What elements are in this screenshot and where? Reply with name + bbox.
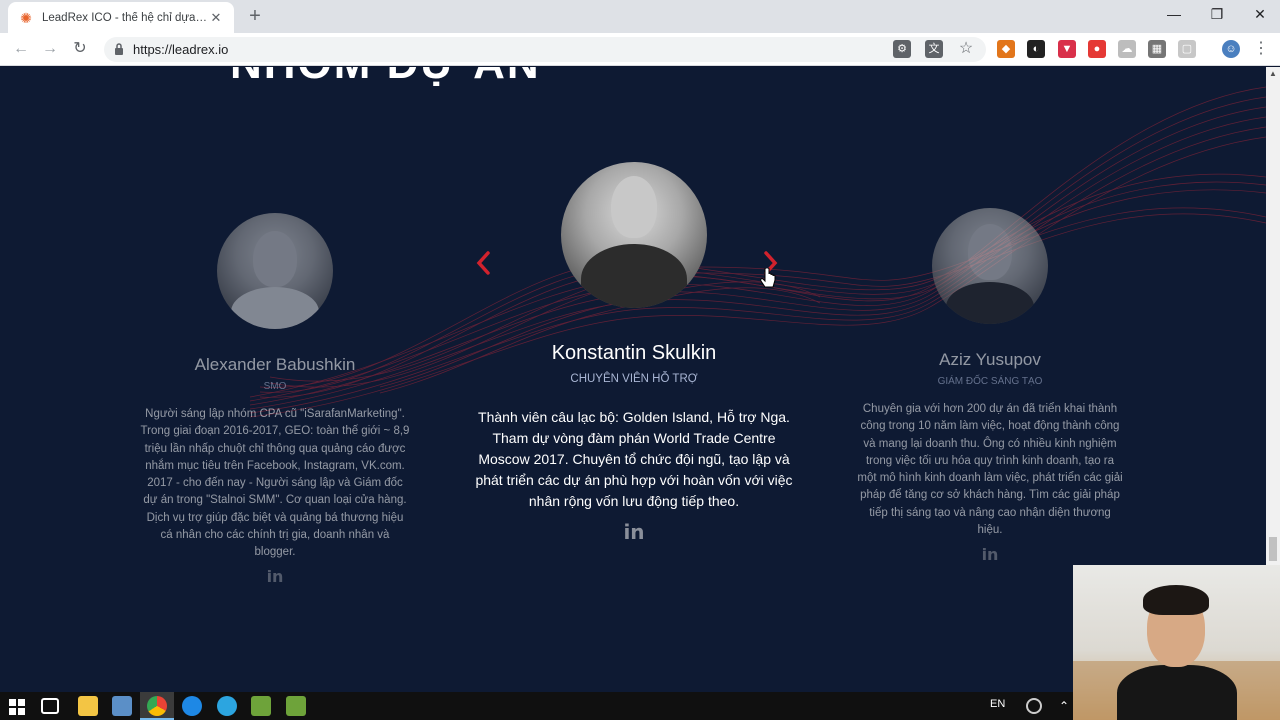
- member-photo: [932, 208, 1048, 324]
- member-bio: Người sáng lập nhóm CPA cũ "iSarafanMark…: [140, 408, 410, 558]
- puzzle-extension-icon[interactable]: ▢: [1178, 40, 1196, 58]
- pocket-extension-icon[interactable]: ▼: [1058, 40, 1076, 58]
- file-explorer-icon[interactable]: [78, 696, 98, 716]
- browser-tab[interactable]: ✺ LeadRex ICO - thế hệ chỉ dựa trên... ✕: [8, 2, 234, 33]
- leadrex-favicon-icon: ✺: [20, 9, 32, 26]
- translate-icon[interactable]: ⚙: [893, 40, 911, 58]
- webcam-overlay: [1073, 565, 1280, 720]
- member-photo: [217, 213, 333, 329]
- carousel-prev-arrow-icon[interactable]: [474, 250, 494, 276]
- url-text: https://leadrex.io: [133, 42, 229, 57]
- menu-kebab-icon[interactable]: ⋮: [1252, 40, 1270, 58]
- member-role: GIÁM ĐỐC SÁNG TẠO: [937, 376, 1043, 387]
- member-role: SMO: [263, 381, 287, 392]
- address-bar[interactable]: https://leadrex.io: [104, 37, 986, 62]
- excel-like-icon[interactable]: [251, 696, 271, 716]
- task-view-icon[interactable]: [41, 698, 59, 714]
- forward-button[interactable]: →: [38, 38, 62, 60]
- team-member-card: Aziz Yusupov GIÁM ĐỐC SÁNG TẠO Chuyên gi…: [856, 208, 1124, 564]
- minimize-button[interactable]: —: [1152, 0, 1196, 29]
- browser-toolbar: ← → ↻ https://leadrex.io ⚙ 文 ☆ ◆ ◐ ▼ ● ☁…: [0, 33, 1280, 66]
- browser-titlebar: ✺ LeadRex ICO - thế hệ chỉ dựa trên... ✕…: [0, 0, 1280, 33]
- edge-icon[interactable]: [182, 696, 202, 716]
- telegram-icon[interactable]: [217, 696, 237, 716]
- sync-extension-icon[interactable]: ◐: [1027, 40, 1045, 58]
- back-button[interactable]: ←: [9, 38, 33, 60]
- bookmark-star-icon[interactable]: ☆: [957, 40, 975, 58]
- member-name: Aziz Yusupov: [939, 350, 1041, 369]
- member-bio: Chuyên gia với hơn 200 dự án đã triển kh…: [857, 403, 1123, 536]
- app-icon[interactable]: [112, 696, 132, 716]
- people-icon[interactable]: [1026, 698, 1042, 714]
- profile-avatar[interactable]: ☺: [1222, 40, 1240, 58]
- member-name: Konstantin Skulkin: [551, 342, 717, 364]
- team-member-card: Alexander Babushkin SMO Người sáng lập n…: [140, 213, 410, 586]
- metamask-extension-icon[interactable]: ◆: [997, 40, 1015, 58]
- windows-start-icon[interactable]: [9, 699, 25, 715]
- lock-icon: [115, 43, 123, 55]
- linkedin-icon[interactable]: in: [856, 545, 1124, 564]
- tab-title: LeadRex ICO - thế hệ chỉ dựa trên...: [42, 11, 208, 24]
- chrome-icon[interactable]: [147, 696, 167, 716]
- scroll-thumb[interactable]: [1269, 537, 1277, 561]
- member-photo: [561, 162, 707, 308]
- excel-like-icon-2[interactable]: [286, 696, 306, 716]
- reload-button[interactable]: ↻: [68, 38, 92, 60]
- cloud-extension-icon[interactable]: ☁: [1118, 40, 1136, 58]
- chevron-up-icon[interactable]: ⌃: [1054, 696, 1074, 716]
- tab-close-icon[interactable]: ✕: [208, 10, 224, 26]
- member-role: CHUYÊN VIÊN HỖ TRỢ: [570, 373, 698, 385]
- team-member-card-active: Konstantin Skulkin CHUYÊN VIÊN HỖ TRỢ Th…: [468, 162, 800, 544]
- hand-cursor-icon: [760, 268, 776, 288]
- restore-button[interactable]: ❐: [1195, 0, 1239, 29]
- linkedin-icon[interactable]: in: [468, 520, 800, 544]
- new-tab-button[interactable]: +: [244, 5, 266, 27]
- page-translate-icon[interactable]: 文: [925, 40, 943, 58]
- section-heading: NHÓM DỰ ÁN: [230, 67, 541, 89]
- member-name: Alexander Babushkin: [194, 355, 356, 374]
- close-window-button[interactable]: ✕: [1238, 0, 1280, 29]
- scroll-up-icon[interactable]: ▲: [1266, 67, 1280, 81]
- qr-extension-icon[interactable]: ▦: [1148, 40, 1166, 58]
- adblock-extension-icon[interactable]: ●: [1088, 40, 1106, 58]
- linkedin-icon[interactable]: in: [140, 567, 410, 586]
- member-bio: Thành viên câu lạc bộ: Golden Island, Hỗ…: [475, 409, 793, 509]
- language-indicator[interactable]: EN: [990, 698, 1005, 710]
